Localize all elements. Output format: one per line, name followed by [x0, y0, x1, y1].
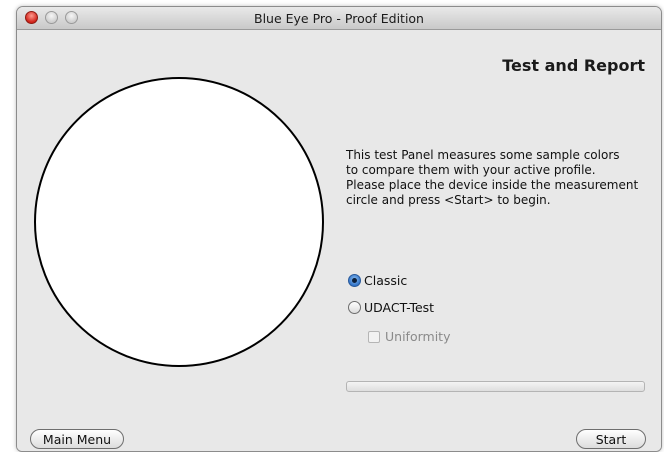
start-button[interactable]: Start: [576, 429, 646, 449]
title-bar: Blue Eye Pro - Proof Edition: [17, 7, 661, 30]
classic-radio[interactable]: [348, 274, 361, 287]
udact-radio[interactable]: [348, 301, 361, 314]
window-title: Blue Eye Pro - Proof Edition: [254, 11, 424, 26]
panel-description: This test Panel measures some sample col…: [346, 148, 639, 207]
uniformity-checkbox: [368, 330, 380, 343]
measurement-circle: [34, 77, 324, 367]
app-window: Blue Eye Pro - Proof Edition Test and Re…: [16, 6, 662, 452]
main-menu-button[interactable]: Main Menu: [30, 429, 124, 449]
uniformity-option: Uniformity: [368, 329, 450, 344]
classic-option[interactable]: Classic: [348, 273, 407, 288]
udact-option[interactable]: UDACT-Test: [348, 300, 434, 315]
test-panel: Test and Report This test Panel measures…: [17, 30, 661, 451]
udact-label: UDACT-Test: [364, 300, 435, 315]
classic-label: Classic: [364, 273, 408, 288]
uniformity-label: Uniformity: [385, 329, 451, 344]
progress-bar: [346, 381, 645, 392]
panel-heading: Test and Report: [502, 56, 645, 75]
